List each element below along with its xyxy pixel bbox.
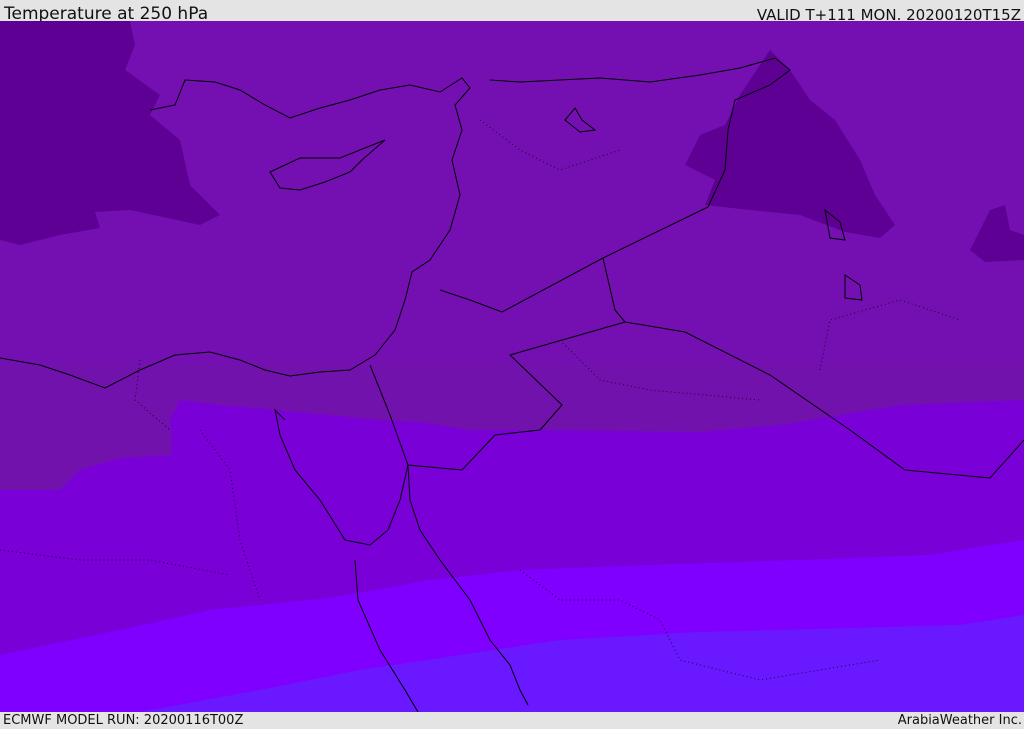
- model-run: ECMWF MODEL RUN: 20200116T00Z: [3, 713, 244, 728]
- credit: ArabiaWeather Inc.: [897, 713, 1022, 728]
- temperature-map: [0, 21, 1024, 712]
